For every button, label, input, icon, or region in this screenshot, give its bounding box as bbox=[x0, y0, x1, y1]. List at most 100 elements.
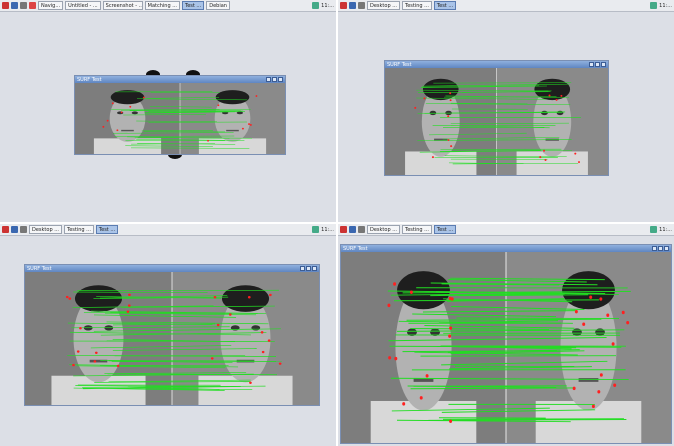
keypoint-marker bbox=[267, 339, 271, 342]
keypoint-marker bbox=[450, 145, 453, 148]
right-hair bbox=[215, 90, 250, 105]
taskbar: Desktop ... Testing ... Test ... 11:... bbox=[338, 224, 674, 236]
task-button-active[interactable]: Test ... bbox=[433, 1, 457, 10]
maximize-button[interactable] bbox=[306, 266, 311, 271]
task-button-active[interactable]: Test ... bbox=[433, 225, 457, 234]
keypoint-marker bbox=[68, 297, 72, 300]
feature-match-image bbox=[385, 68, 608, 175]
keypoint-marker bbox=[431, 156, 434, 159]
system-tray: 11:... bbox=[312, 226, 336, 233]
task-button[interactable]: Matching ... bbox=[144, 1, 180, 10]
keypoint-marker bbox=[544, 159, 547, 161]
close-button[interactable] bbox=[601, 62, 606, 67]
keypoint-marker bbox=[414, 106, 417, 109]
match-line bbox=[456, 317, 619, 320]
start-icon[interactable] bbox=[340, 2, 347, 9]
desktop-panel-4: Desktop ... Testing ... Test ... 11:... … bbox=[338, 224, 674, 446]
start-icon[interactable] bbox=[2, 2, 9, 9]
maximize-button[interactable] bbox=[272, 77, 277, 82]
taskbar: Desktop ... Testing ... Test ... 11:... bbox=[0, 224, 336, 236]
start-icon[interactable] bbox=[2, 226, 9, 233]
keypoint-marker bbox=[387, 303, 391, 308]
task-button[interactable]: Desktop ... bbox=[29, 225, 62, 234]
feature-match-image bbox=[341, 252, 671, 443]
task-button[interactable]: Desktop ... bbox=[367, 1, 400, 10]
keypoint-marker bbox=[269, 293, 272, 297]
network-icon[interactable] bbox=[312, 2, 320, 9]
right-hair bbox=[221, 285, 270, 312]
terminal-icon[interactable] bbox=[20, 2, 27, 9]
task-button-active[interactable]: Test ... bbox=[95, 225, 119, 234]
folder-icon[interactable] bbox=[11, 226, 18, 233]
maximize-button[interactable] bbox=[658, 246, 663, 251]
keypoint-marker bbox=[402, 402, 406, 406]
keypoint-marker bbox=[409, 290, 413, 294]
task-button[interactable]: Desktop ... bbox=[367, 225, 400, 234]
task-button-active[interactable]: Test ... bbox=[182, 1, 205, 10]
window-title: SURF Test bbox=[387, 61, 412, 68]
system-tray: 11:... bbox=[650, 226, 674, 233]
keypoint-marker bbox=[621, 310, 625, 315]
task-button[interactable]: Navig... bbox=[38, 1, 64, 10]
eye bbox=[541, 110, 548, 116]
close-button[interactable] bbox=[312, 266, 317, 271]
browser-icon[interactable] bbox=[29, 2, 36, 9]
terminal-icon[interactable] bbox=[358, 226, 365, 233]
keypoint-marker bbox=[116, 129, 119, 132]
window-titlebar[interactable]: SURF Test bbox=[341, 245, 671, 252]
eye bbox=[556, 110, 564, 116]
feature-match-image bbox=[25, 272, 319, 405]
keypoint-marker bbox=[548, 94, 551, 97]
keypoint-marker bbox=[255, 95, 258, 97]
keypoint-marker bbox=[394, 356, 398, 361]
window-titlebar[interactable]: SURF Test bbox=[25, 265, 319, 272]
keypoint-marker bbox=[94, 351, 98, 354]
system-tray: 11:... bbox=[312, 2, 336, 9]
desktop-panel-1: Navig... Untitled - ... Screenshot - ...… bbox=[0, 0, 336, 222]
clock: 11:... bbox=[321, 2, 334, 9]
keypoint-marker bbox=[216, 323, 220, 327]
task-button[interactable]: Untitled - ... bbox=[65, 1, 101, 10]
keypoint-marker bbox=[249, 381, 252, 384]
network-icon[interactable] bbox=[650, 2, 658, 9]
window-titlebar[interactable]: SURF Test bbox=[385, 61, 608, 68]
minimize-button[interactable] bbox=[589, 62, 594, 67]
terminal-icon[interactable] bbox=[358, 2, 365, 9]
eye bbox=[236, 111, 243, 115]
clock: 11:... bbox=[659, 2, 672, 9]
taskbar: Navig... Untitled - ... Screenshot - ...… bbox=[0, 0, 336, 12]
keypoint-marker bbox=[606, 313, 610, 317]
keypoint-marker bbox=[261, 350, 265, 354]
network-icon[interactable] bbox=[312, 226, 320, 233]
keypoint-marker bbox=[210, 357, 214, 360]
minimize-button[interactable] bbox=[266, 77, 271, 82]
terminal-icon[interactable] bbox=[20, 226, 27, 233]
left-hair bbox=[397, 271, 450, 310]
window-title: SURF Test bbox=[343, 245, 368, 252]
right-hair bbox=[562, 271, 615, 310]
system-tray: 11:... bbox=[650, 2, 674, 9]
folder-icon[interactable] bbox=[11, 2, 18, 9]
task-button[interactable]: Testing ... bbox=[63, 225, 94, 234]
keypoint-marker bbox=[613, 383, 617, 387]
keypoint-marker bbox=[76, 350, 80, 353]
keypoint-marker bbox=[447, 115, 450, 118]
task-button[interactable]: Screenshot - ... bbox=[102, 1, 143, 10]
minimize-button[interactable] bbox=[300, 266, 305, 271]
minimize-button[interactable] bbox=[652, 246, 657, 251]
close-button[interactable] bbox=[278, 77, 283, 82]
maximize-button[interactable] bbox=[595, 62, 600, 67]
task-button[interactable]: Testing ... bbox=[401, 225, 432, 234]
keypoint-marker bbox=[574, 152, 577, 155]
task-button[interactable]: Testing ... bbox=[401, 1, 432, 10]
network-icon[interactable] bbox=[650, 226, 658, 233]
start-icon[interactable] bbox=[340, 226, 347, 233]
keypoint-marker bbox=[423, 97, 426, 100]
keypoint-marker bbox=[111, 102, 114, 105]
window-titlebar[interactable]: SURF Test bbox=[75, 76, 285, 83]
folder-icon[interactable] bbox=[349, 2, 356, 9]
folder-icon[interactable] bbox=[349, 226, 356, 233]
task-button[interactable]: Debian bbox=[206, 1, 230, 10]
close-button[interactable] bbox=[664, 246, 669, 251]
eye bbox=[251, 325, 261, 331]
